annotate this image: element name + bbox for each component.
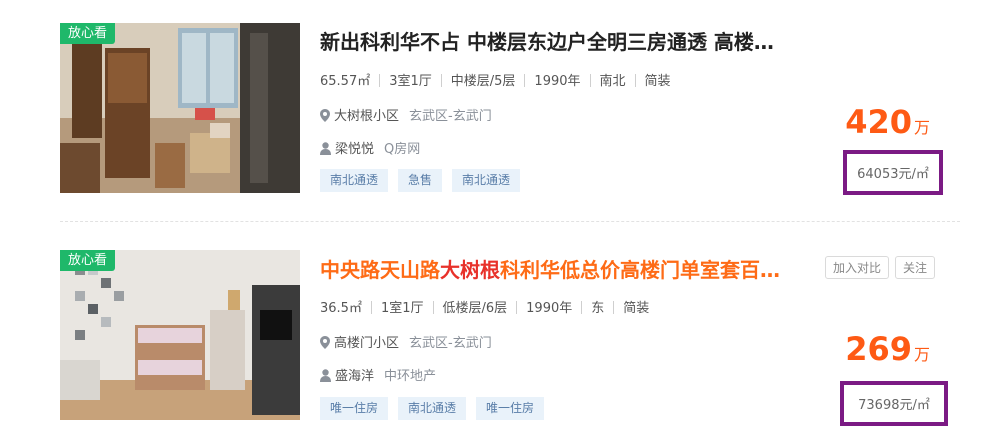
feature-tag: 急售 xyxy=(398,169,443,192)
spec-layout: 3室1厅 xyxy=(389,74,432,89)
total-price: 420 万 xyxy=(845,103,930,141)
feature-tag: 唯一住房 xyxy=(476,397,545,420)
spec-divider xyxy=(516,301,518,314)
tag-list: 南北通透 急售 南北通透 xyxy=(320,169,530,192)
agent-row: 盛海洋 中环地产 xyxy=(320,365,436,384)
total-price: 269 万 xyxy=(845,330,930,368)
location-row: 大树根小区 玄武区-玄武门 xyxy=(320,105,492,124)
spec-divider xyxy=(432,301,434,314)
spec-layout: 1室1厅 xyxy=(380,301,424,316)
spec-divider xyxy=(634,74,636,87)
spec-divider xyxy=(524,74,526,87)
agent-company: 中环地产 xyxy=(384,369,437,384)
spec-area: 65.57㎡ xyxy=(320,74,371,89)
person-icon xyxy=(320,369,331,382)
spec-floor: 低楼层/6层 xyxy=(442,301,508,316)
price-value: 420 xyxy=(845,103,912,141)
price-unit: 万 xyxy=(913,345,930,364)
district-link[interactable]: 玄武区-玄武门 xyxy=(409,109,492,124)
agent-row: 梁悦悦 Q房网 xyxy=(320,138,420,157)
spec-year: 1990年 xyxy=(534,74,581,89)
listing-photo[interactable]: 放心看 xyxy=(60,23,300,193)
listing-photo[interactable]: 放心看 xyxy=(60,250,300,420)
location-pin-icon xyxy=(320,109,330,122)
unit-price-highlight: 73698元/㎡ xyxy=(840,381,948,426)
unit-price-highlight: 64053元/㎡ xyxy=(843,150,943,195)
spec-divider xyxy=(440,74,442,87)
listing-title[interactable]: 新出科利华不占 中楼层东边户全明三房通透 高楼… xyxy=(320,26,774,55)
listing-card-1[interactable]: 放心看 新出科利华不占 中楼层东边户全明三房通透 高楼… 65.57㎡ 3室1厅 中… xyxy=(0,0,983,221)
add-to-compare-button[interactable]: 加入对比 xyxy=(824,256,889,279)
listing-card-2[interactable]: 放心看 中央路天山路大树根科利华低总价高楼门单室套百… 加入对比 关注 36.5㎡… xyxy=(0,221,983,439)
title-part: 科利华低总价高楼门单室套百… xyxy=(500,258,780,282)
person-icon xyxy=(320,142,331,155)
feature-tag: 唯一住房 xyxy=(320,397,389,420)
tag-list: 唯一住房 南北通透 唯一住房 xyxy=(320,397,554,420)
agent-company: Q房网 xyxy=(384,142,421,157)
spec-divider xyxy=(370,301,372,314)
trust-badge: 放心看 xyxy=(60,250,116,271)
price-value: 269 xyxy=(845,330,912,368)
trust-badge: 放心看 xyxy=(60,23,116,44)
community-link[interactable]: 高楼门小区 xyxy=(334,336,399,351)
spec-year: 1990年 xyxy=(526,301,573,316)
spec-divider xyxy=(613,301,615,314)
spec-decoration: 简装 xyxy=(644,74,671,89)
title-part: 中央路天山路 xyxy=(320,258,440,282)
spec-orientation: 南北 xyxy=(599,74,626,89)
district-link[interactable]: 玄武区-玄武门 xyxy=(409,336,492,351)
agent-name: 梁悦悦 xyxy=(335,142,375,157)
spec-divider xyxy=(581,301,583,314)
agent-name: 盛海洋 xyxy=(335,369,375,384)
spec-decoration: 简装 xyxy=(623,301,650,316)
listing-title[interactable]: 中央路天山路大树根科利华低总价高楼门单室套百… xyxy=(320,254,780,283)
feature-tag: 南北通透 xyxy=(452,169,521,192)
location-pin-icon xyxy=(320,336,330,349)
listing-actions: 加入对比 关注 xyxy=(819,256,935,279)
feature-tag: 南北通透 xyxy=(320,169,389,192)
follow-button[interactable]: 关注 xyxy=(894,256,935,279)
community-link[interactable]: 大树根小区 xyxy=(334,109,399,124)
spec-area: 36.5㎡ xyxy=(320,301,362,316)
room-photo-illustration xyxy=(60,23,300,193)
feature-tag: 南北通透 xyxy=(398,397,467,420)
spec-divider xyxy=(379,74,381,87)
listing-specs: 65.57㎡ 3室1厅 中楼层/5层 1990年 南北 简装 xyxy=(320,70,671,89)
unit-price: 73698元/㎡ xyxy=(858,398,930,413)
title-keyword-highlight: 大树根 xyxy=(440,258,500,282)
spec-floor: 中楼层/5层 xyxy=(450,74,516,89)
room-photo-illustration xyxy=(60,250,300,420)
unit-price: 64053元/㎡ xyxy=(857,167,929,182)
price-unit: 万 xyxy=(913,118,930,137)
listing-specs: 36.5㎡ 1室1厅 低楼层/6层 1990年 东 简装 xyxy=(320,297,649,316)
spec-orientation: 东 xyxy=(591,301,605,316)
spec-divider xyxy=(589,74,591,87)
location-row: 高楼门小区 玄武区-玄武门 xyxy=(320,332,492,351)
